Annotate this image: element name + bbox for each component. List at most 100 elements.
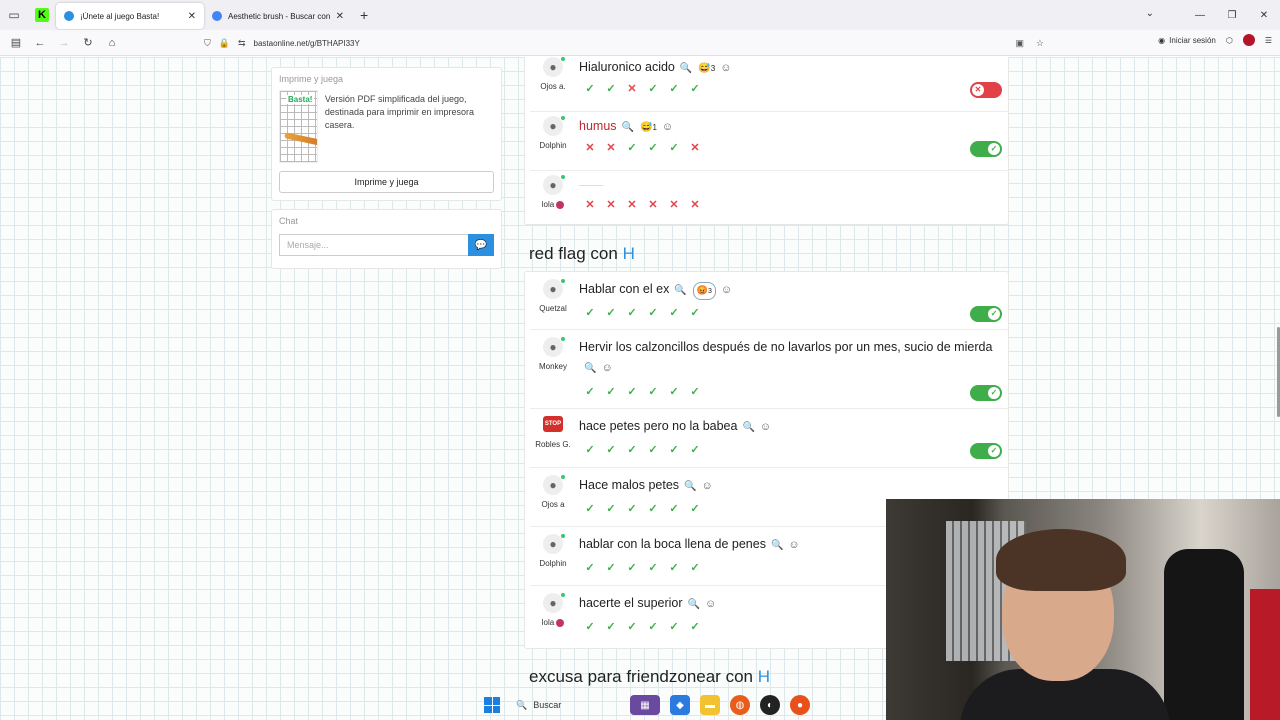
list-tabs-icon[interactable]: ⌄: [1146, 8, 1154, 19]
accept-toggle[interactable]: ✓: [970, 385, 1002, 401]
vote-check-icon: ✓: [585, 307, 595, 319]
print-and-play-button[interactable]: Imprime y juega: [279, 171, 494, 193]
vote-check-icon: ✓: [585, 386, 595, 398]
search-icon[interactable]: 🔍: [742, 422, 754, 433]
signin-button[interactable]: ◉ Iniciar sesión: [1158, 36, 1216, 45]
search-icon[interactable]: 🔍: [684, 481, 696, 492]
add-reaction-icon[interactable]: ☺: [720, 62, 731, 74]
vote-cross-icon: ✕: [585, 199, 595, 211]
taskbar-search[interactable]: 🔍 Buscar: [510, 694, 620, 716]
add-reaction-icon[interactable]: ☺: [702, 480, 713, 492]
vote-check-icon: ✓: [585, 444, 595, 456]
vote-check-icon: ✓: [585, 621, 595, 633]
vote-check-icon: ✓: [585, 83, 595, 95]
copilot-icon[interactable]: ◆: [670, 695, 690, 715]
basta-logo: Basta!: [286, 95, 315, 104]
bookmark-star-icon[interactable]: ☆: [1036, 38, 1044, 49]
votes-row: ✓ ✓ ✓ ✓ ✓ ✓: [583, 443, 702, 457]
accept-toggle[interactable]: ✓: [970, 306, 1002, 322]
person-icon: ●: [543, 475, 563, 495]
reaction-emoji[interactable]: 😅: [640, 122, 652, 133]
user-avatar[interactable]: ● Dolphin: [530, 534, 576, 568]
reload-icon[interactable]: ↻: [76, 36, 100, 49]
accept-toggle[interactable]: ✓: [970, 141, 1002, 157]
answer-word: Hialuronico acido 🔍 😅3 ☺: [579, 57, 999, 79]
votes-row: ✓ ✓ ✓ ✓ ✓ ✓: [583, 502, 702, 516]
vote-cross-icon: ✕: [606, 142, 616, 154]
vote-check-icon: ✓: [585, 562, 595, 574]
search-icon[interactable]: 🔍: [674, 285, 686, 296]
online-dot: [561, 475, 565, 479]
send-message-button[interactable]: 💬: [468, 234, 494, 256]
add-reaction-icon[interactable]: ☺: [721, 284, 732, 296]
category-title-text: red flag con: [529, 244, 618, 263]
firefox-icon[interactable]: ◍: [730, 695, 750, 715]
accept-toggle[interactable]: ✓: [970, 443, 1002, 459]
vote-check-icon: ✓: [669, 142, 679, 154]
search-icon[interactable]: 🔍: [680, 63, 692, 74]
app-icon[interactable]: ●: [790, 695, 810, 715]
answer-row: ● Monkey Hervir los calzoncillos después…: [530, 337, 1008, 407]
add-reaction-icon[interactable]: ☺: [760, 421, 771, 433]
search-icon[interactable]: 🔍: [622, 122, 634, 133]
minimize-icon[interactable]: —: [1184, 10, 1216, 21]
home-icon[interactable]: ⌂: [100, 37, 124, 49]
lock-icon[interactable]: 🔒: [219, 38, 230, 49]
vote-check-icon: ✓: [690, 444, 700, 456]
reaction-count: 1: [652, 123, 657, 132]
reaction-emoji[interactable]: 😅: [698, 63, 710, 74]
menu-icon[interactable]: ☰: [1265, 36, 1272, 45]
tab-overview-icon[interactable]: ▭: [0, 0, 28, 30]
tab-google-search[interactable]: Aesthetic brush - Buscar con Go ✕: [204, 3, 352, 29]
tracking-shield-icon[interactable]: ⛉: [204, 38, 211, 49]
add-reaction-icon[interactable]: ☺: [601, 362, 612, 374]
vote-check-icon: ✓: [606, 307, 616, 319]
sidebar-toggle-icon[interactable]: ▤: [4, 36, 28, 49]
close-window-icon[interactable]: ✕: [1248, 10, 1280, 21]
reaction-badge[interactable]: 😡3: [692, 282, 716, 300]
url-text[interactable]: bastaonline.net/g/BTHAPI33Y: [254, 39, 360, 48]
add-reaction-icon[interactable]: ☺: [788, 539, 799, 551]
search-icon[interactable]: 🔍: [584, 363, 596, 374]
user-avatar[interactable]: ● Ojos a.: [530, 57, 576, 91]
print-card: Imprime y juega Basta! Versión PDF simpl…: [271, 67, 502, 201]
search-icon[interactable]: 🔍: [688, 599, 700, 610]
user-avatar[interactable]: ● lola: [530, 593, 576, 627]
close-tab-icon[interactable]: ✕: [336, 11, 344, 22]
tab-basta[interactable]: ¡Únete al juego Basta! ✕: [56, 3, 204, 29]
forward-icon[interactable]: →: [52, 37, 76, 49]
user-avatar[interactable]: STOP Robles G.: [530, 416, 576, 449]
addon-icon[interactable]: [1242, 34, 1255, 46]
reader-view-icon[interactable]: ▣: [1015, 38, 1024, 49]
chat-message-input[interactable]: Mensaje...: [279, 234, 468, 256]
nav-bar: ▤ ← → ↻ ⌂ ⛉ 🔒 ⇆ bastaonline.net/g/BTHAPI…: [0, 30, 1280, 56]
user-avatar[interactable]: ● Dolphin: [530, 116, 576, 150]
user-avatar[interactable]: ● Monkey: [530, 337, 576, 371]
file-explorer-icon[interactable]: ▬: [700, 695, 720, 715]
permissions-icon[interactable]: ⇆: [238, 38, 246, 49]
chat-card: Chat Mensaje... 💬: [271, 209, 502, 269]
search-icon[interactable]: 🔍: [771, 540, 783, 551]
vote-check-icon: ✓: [690, 562, 700, 574]
back-icon[interactable]: ←: [28, 37, 52, 49]
answer-text: Hialuronico acido: [579, 60, 675, 74]
accept-toggle[interactable]: ✕: [970, 82, 1002, 98]
extensions-icon[interactable]: ⬡: [1226, 36, 1233, 45]
vote-check-icon: ✓: [648, 562, 658, 574]
widgets-icon[interactable]: ▦: [630, 695, 660, 715]
user-avatar[interactable]: ● Quetzal: [530, 279, 576, 313]
vote-check-icon: ✓: [690, 503, 700, 515]
close-tab-icon[interactable]: ✕: [188, 11, 196, 22]
user-avatar[interactable]: ● lola: [530, 175, 576, 209]
kick-pinned-tab[interactable]: K: [28, 0, 56, 30]
new-tab-icon[interactable]: +: [360, 7, 368, 23]
obs-icon[interactable]: ◐: [760, 695, 780, 715]
add-reaction-icon[interactable]: ☺: [662, 121, 673, 133]
divider: [530, 170, 1008, 171]
maximize-icon[interactable]: ❐: [1216, 10, 1248, 21]
print-sheet-image[interactable]: Basta!: [279, 90, 318, 163]
url-bar[interactable]: ⛉ 🔒 ⇆ bastaonline.net/g/BTHAPI33Y ▣ ☆: [204, 34, 1054, 52]
add-reaction-icon[interactable]: ☺: [705, 598, 716, 610]
user-avatar[interactable]: ● Ojos a: [530, 475, 576, 509]
windows-start-icon[interactable]: [484, 697, 500, 713]
